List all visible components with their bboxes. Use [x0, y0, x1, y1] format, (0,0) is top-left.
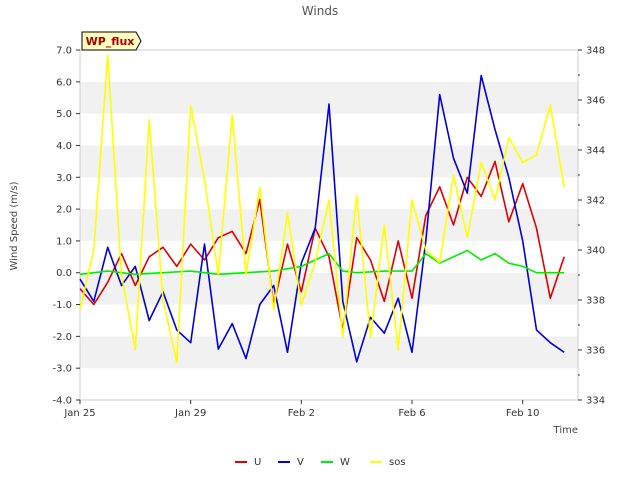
grid-band — [80, 50, 578, 82]
x-axis-label: Time — [553, 425, 578, 436]
y2-tick-label: 338 — [586, 296, 605, 307]
x-tick-label: Jan 29 — [174, 408, 206, 419]
y-tick-label: 6.0 — [56, 77, 72, 88]
y-tick-label: 4.0 — [56, 141, 72, 152]
x-tick-label: Feb 6 — [398, 408, 425, 419]
y-tick-label: -3.0 — [52, 364, 72, 375]
y-tick-label: 5.0 — [56, 109, 72, 120]
y2-tick-label: 340 — [586, 246, 605, 257]
x-tick-label: Feb 2 — [288, 408, 315, 419]
y-tick-label: 1.0 — [56, 236, 72, 247]
grid-band — [80, 113, 578, 146]
y2-tick-label: 336 — [586, 346, 605, 357]
y2-tick-label: 344 — [586, 146, 605, 157]
y-tick-label: 2.0 — [56, 205, 72, 216]
y-axis-right: 334 336 338 340 342 344 346 348 — [578, 46, 605, 407]
y-tick-label: 3.0 — [56, 173, 72, 184]
legend-label-u: U — [254, 457, 261, 468]
station-badge: WP_flux — [81, 31, 142, 51]
y2-tick-label: 342 — [586, 196, 605, 207]
y-tick-label: -4.0 — [52, 396, 72, 407]
y2-tick-label: 346 — [586, 96, 605, 107]
grid-bands — [80, 50, 578, 400]
y-axis-label: Wind Speed (m/s) — [9, 181, 20, 270]
y-tick-label: 7.0 — [56, 46, 72, 57]
station-badge-label: WP_flux — [86, 35, 135, 48]
grid-band — [80, 272, 578, 305]
x-tick-label: Jan 25 — [63, 408, 95, 419]
x-axis: Jan 25 Jan 29 Feb 2 Feb 6 Feb 10 — [63, 400, 539, 419]
y-axis-left: -4.0 -3.0 -2.0 -1.0 0.0 1.0 2.0 3.0 4.0 5.0 6.0 7.0 — [52, 46, 80, 407]
chart-title: Winds — [302, 4, 338, 18]
y-tick-label: 0.0 — [56, 268, 72, 279]
y-tick-label: -1.0 — [52, 300, 72, 311]
grid-band — [80, 336, 578, 369]
y2-tick-label: 334 — [586, 396, 605, 407]
x-tick-label: Feb 10 — [506, 408, 540, 419]
grid-band — [80, 368, 578, 400]
legend-label-sos: sos — [389, 457, 406, 468]
y-tick-label: -2.0 — [52, 332, 72, 343]
winds-chart: Jan 25 Jan 29 Feb 2 Feb 6 Feb 10 -4.0 -3.0 -2.… — [9, 4, 605, 468]
legend: U V Wsos — [235, 457, 406, 468]
legend-label-v: V — [297, 457, 304, 468]
legend-label-w: W — [340, 457, 350, 468]
grid-band — [80, 209, 578, 241]
y2-tick-label: 348 — [586, 46, 605, 57]
